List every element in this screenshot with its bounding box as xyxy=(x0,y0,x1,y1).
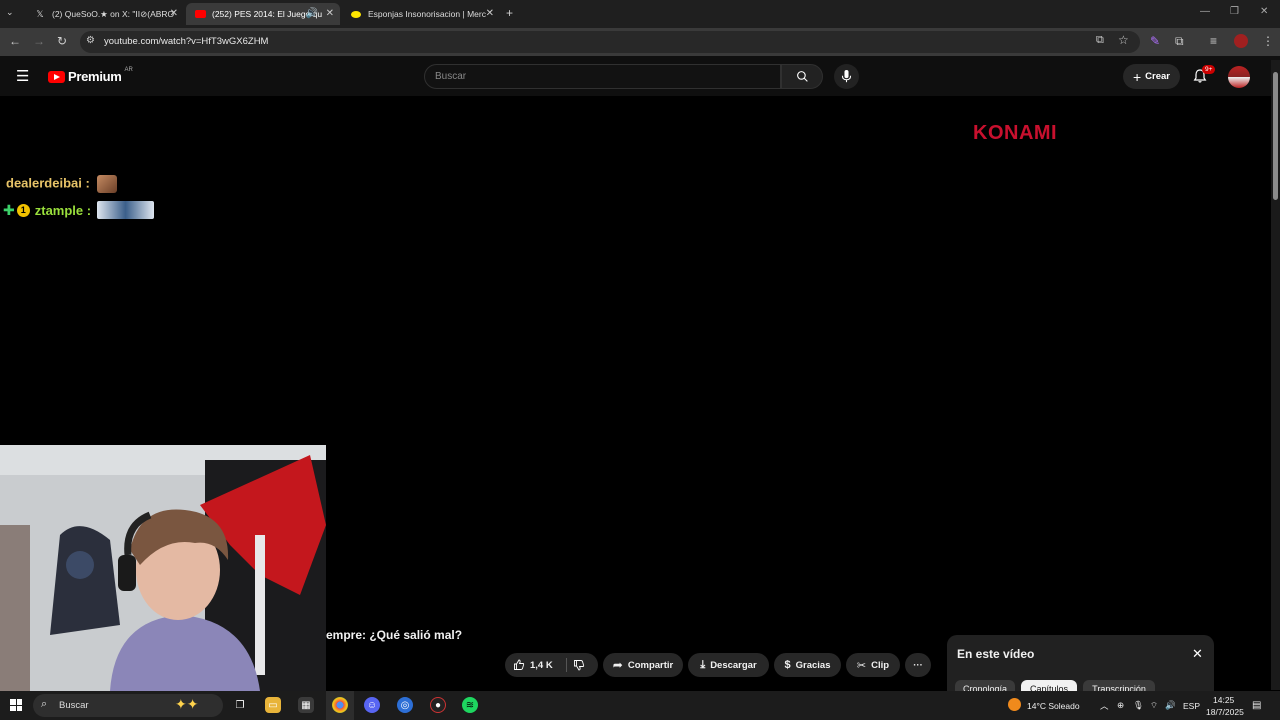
download-icon: ⤓ xyxy=(700,658,706,671)
taskbar-search-input[interactable]: ⌕ Buscar ✦✦ xyxy=(33,694,223,717)
youtube-play-icon xyxy=(48,70,65,83)
search-input[interactable]: Buscar xyxy=(424,64,781,89)
youtube-premium-logo[interactable]: Premium AR xyxy=(48,67,133,84)
extension-icon[interactable]: ✎ xyxy=(1150,34,1160,48)
tray-app-icon[interactable]: ⊕ xyxy=(1117,700,1124,711)
chat-message: ✚ 1 ztample : xyxy=(3,201,155,219)
close-icon[interactable]: ✕ xyxy=(170,8,178,19)
discord-icon[interactable]: ☺ xyxy=(364,697,380,713)
notification-center-icon[interactable]: ▤ xyxy=(1252,700,1261,711)
tab-search-icon[interactable]: ⌄ xyxy=(6,7,14,18)
speaker-icon[interactable]: 🔊 xyxy=(306,8,318,19)
weather-sun-icon xyxy=(1008,698,1021,711)
tab-twitter[interactable]: 𝕏 (2) QueSoO.★ on X: "II⊘(ABRO ✕ xyxy=(26,3,184,25)
weather-text[interactable]: 14°C Soleado xyxy=(1027,701,1080,711)
profile-avatar-icon[interactable] xyxy=(1234,34,1248,48)
file-explorer-icon[interactable]: ▭ xyxy=(265,697,281,713)
panel-title: En este vídeo xyxy=(957,647,1035,661)
store-icon[interactable]: ▦ xyxy=(298,697,314,713)
clip-button[interactable]: ✂ Clip xyxy=(846,653,900,677)
hamburger-menu-icon[interactable]: ☰ xyxy=(16,67,29,85)
active-app-highlight xyxy=(326,691,354,720)
forward-icon[interactable]: → xyxy=(33,34,45,48)
more-icon: ··· xyxy=(913,659,923,671)
voice-search-button[interactable] xyxy=(834,64,859,89)
thumbs-up-icon xyxy=(514,659,525,670)
tray-mic-icon[interactable]: 🎙 xyxy=(1133,700,1144,711)
scrollbar-thumb[interactable] xyxy=(1273,72,1278,200)
windows-taskbar: ⌕ Buscar ✦✦ ❐ ▭ ▦ ☺ ◎ ● ≋ 14°C Soleado ︿… xyxy=(0,691,1280,720)
tab-mercadolibre[interactable]: Esponjas Insonorisacion | Merc ✕ xyxy=(342,3,500,25)
thumbs-down-icon xyxy=(574,660,585,671)
browser-menu-icon[interactable]: ⋮ xyxy=(1262,34,1274,48)
divider xyxy=(566,658,567,672)
plus-icon: + xyxy=(1132,68,1142,85)
x-logo-icon: 𝕏 xyxy=(36,8,44,19)
reload-icon[interactable]: ↻ xyxy=(57,34,67,48)
tray-chevron-icon[interactable]: ︿ xyxy=(1100,700,1109,712)
dislike-button[interactable] xyxy=(573,659,585,674)
share-button[interactable]: ➦ Compartir xyxy=(603,653,683,677)
browser-toolbar: ← → ↻ ⚙ youtube.com/watch?v=HfT3wGX6ZHM … xyxy=(0,28,1280,56)
microphone-icon xyxy=(841,70,852,83)
obs-icon[interactable]: ● xyxy=(430,697,446,713)
scissors-icon: ✂ xyxy=(856,659,867,672)
minimize-icon[interactable]: — xyxy=(1200,6,1210,17)
clock-date[interactable]: 18/7/2025 xyxy=(1206,707,1244,717)
close-icon[interactable]: ✕ xyxy=(326,8,334,19)
create-button[interactable]: + Crear xyxy=(1123,64,1180,89)
url-text: youtube.com/watch?v=HfT3wGX6ZHM xyxy=(104,36,269,47)
search-button[interactable] xyxy=(781,64,823,89)
download-button[interactable]: ⤓ Descargar xyxy=(688,653,769,677)
browser-tab-strip: ⌄ 𝕏 (2) QueSoO.★ on X: "II⊘(ABRO ✕ (252)… xyxy=(0,0,1280,28)
app-icon[interactable]: ◎ xyxy=(397,697,413,713)
video-title: empre: ¿Qué salió mal? xyxy=(326,628,463,642)
window-close-icon[interactable]: ✕ xyxy=(1260,6,1268,17)
windows-start-icon[interactable] xyxy=(10,699,22,711)
extensions-puzzle-icon[interactable]: ⧉ xyxy=(1175,34,1184,49)
notifications-button[interactable]: 9+ xyxy=(1192,65,1216,89)
account-avatar[interactable] xyxy=(1228,66,1250,88)
site-info-icon[interactable]: ⚙ xyxy=(86,35,95,46)
page-scrollbar[interactable] xyxy=(1271,60,1280,690)
new-tab-button[interactable]: + xyxy=(506,6,513,20)
volume-icon[interactable]: 🔊 xyxy=(1165,700,1176,711)
sparkle-icon: ✦✦ xyxy=(175,696,199,712)
close-icon[interactable]: ✕ xyxy=(486,8,494,19)
thanks-button[interactable]: $ Gracias xyxy=(774,653,841,677)
emote-image xyxy=(97,201,155,219)
mercadolibre-icon xyxy=(350,8,362,20)
install-app-icon[interactable]: ⧉ xyxy=(1096,34,1104,47)
tab-youtube[interactable]: (252) PES 2014: El Juego qu 🔊 ✕ xyxy=(186,3,340,25)
youtube-header: ☰ Premium AR Buscar + Crear 9+ xyxy=(0,56,1280,96)
wifi-icon[interactable]: ⌔ xyxy=(1150,700,1158,711)
youtube-icon xyxy=(194,8,206,20)
search-icon: ⌕ xyxy=(41,698,48,710)
language-indicator[interactable]: ESP xyxy=(1183,701,1200,711)
share-icon: ➦ xyxy=(612,658,623,672)
emote-image xyxy=(97,175,118,193)
notifications-badge: 9+ xyxy=(1202,65,1216,74)
thanks-icon: $ xyxy=(784,659,791,671)
maximize-icon[interactable]: ❐ xyxy=(1230,6,1239,17)
spotify-icon[interactable]: ≋ xyxy=(462,697,478,713)
bookmark-star-icon[interactable]: ☆ xyxy=(1118,33,1129,47)
task-view-icon[interactable]: ❐ xyxy=(232,697,248,713)
konami-watermark: KONAMI xyxy=(973,122,1058,144)
plus-badge-icon: ✚ xyxy=(3,201,15,218)
address-bar[interactable]: ⚙ youtube.com/watch?v=HfT3wGX6ZHM ⧉ ☆ xyxy=(80,31,1140,53)
close-panel-icon[interactable]: ✕ xyxy=(1192,646,1203,662)
like-dislike-group: 1,4 K xyxy=(505,653,598,677)
media-controls-icon[interactable]: ≡ xyxy=(1210,34,1217,48)
webcam-overlay xyxy=(0,445,326,691)
search-icon xyxy=(796,71,808,82)
sub-badge-icon: 1 xyxy=(16,203,30,217)
chat-message: dealerdeibai : xyxy=(6,175,118,193)
back-icon[interactable]: ← xyxy=(9,34,21,48)
streamer-webcam-image xyxy=(0,445,326,691)
clock-time[interactable]: 14:25 xyxy=(1213,695,1234,705)
like-button[interactable]: 1,4 K xyxy=(513,659,553,671)
more-actions-button[interactable]: ··· xyxy=(905,653,931,677)
